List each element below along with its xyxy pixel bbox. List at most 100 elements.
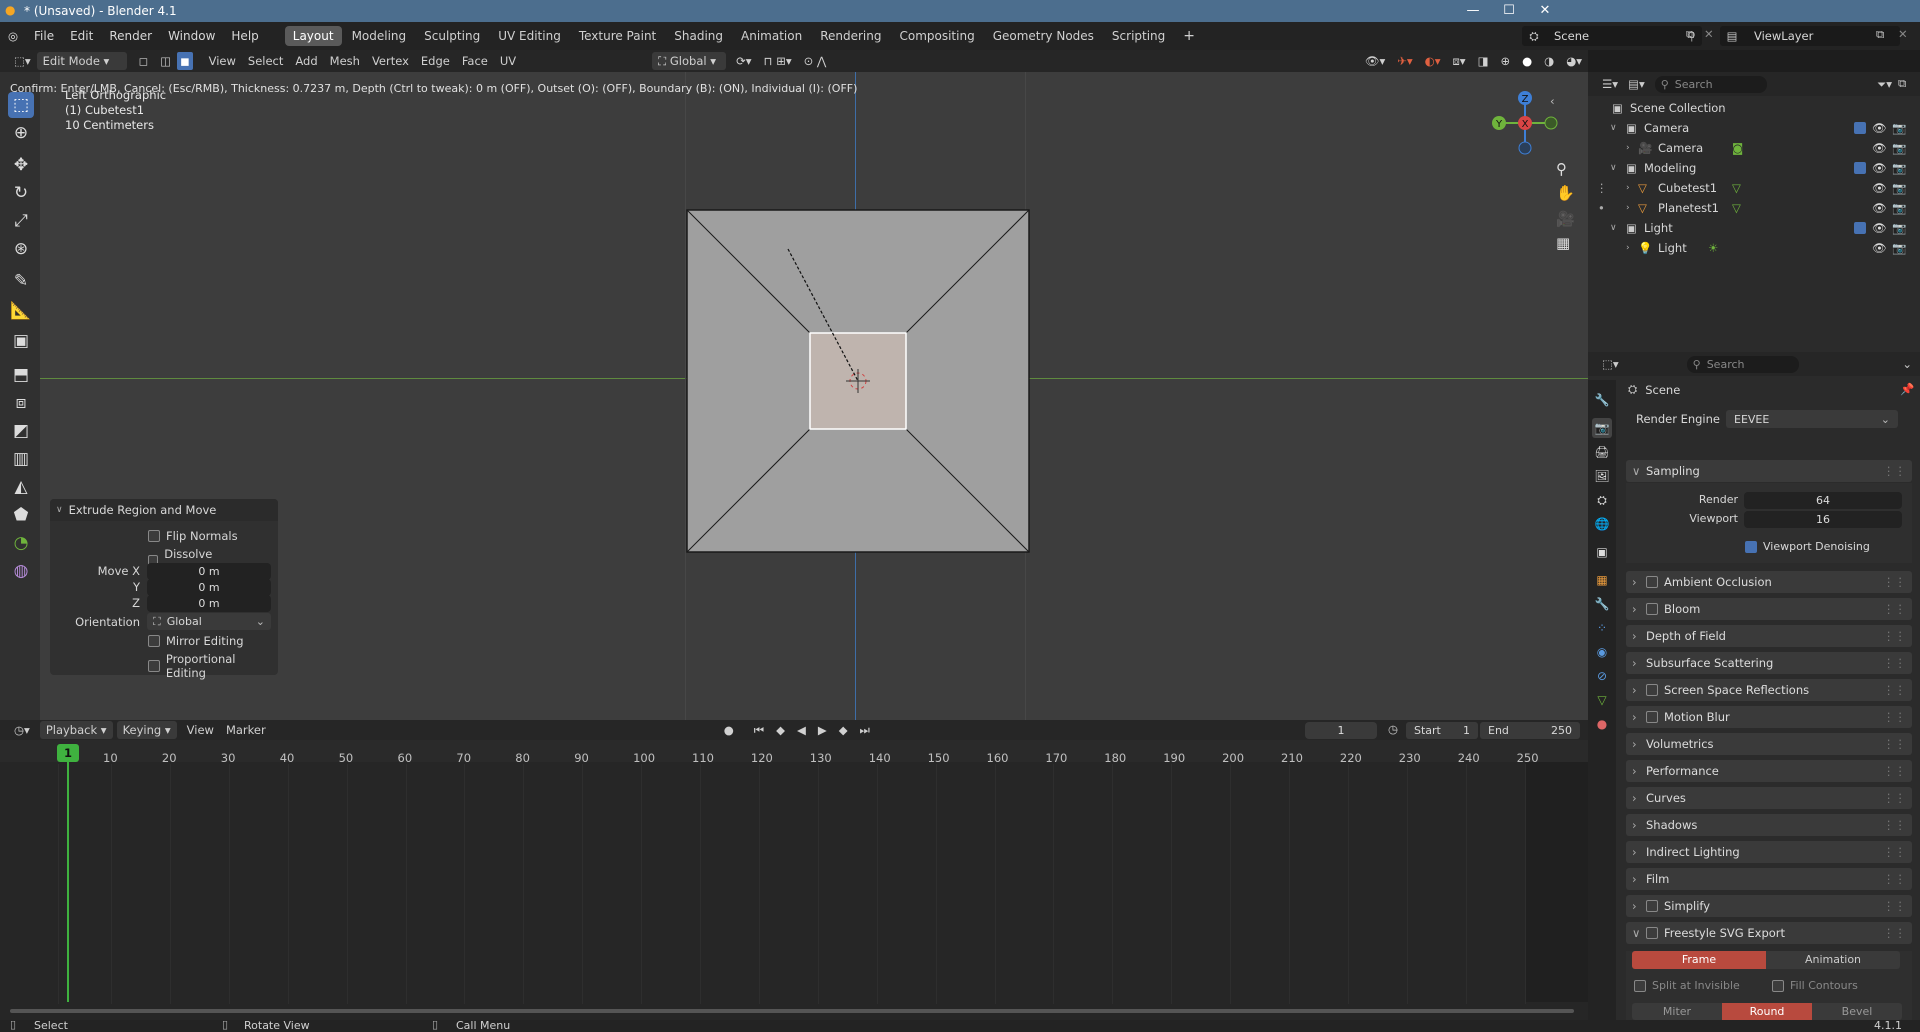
inset-icon[interactable]: ⧈ (8, 390, 34, 416)
orientation-dropdown[interactable]: ⛶ Global ▾ (652, 52, 727, 70)
material-shading-icon[interactable]: ◑ (1538, 52, 1560, 70)
horizontal-scrollbar[interactable] (10, 1009, 1574, 1013)
viewport-denoising-checkbox[interactable]: Viewport Denoising (1745, 540, 1870, 553)
light-data-icon[interactable]: ☀ (1708, 238, 1718, 258)
tab-sculpting[interactable]: Sculpting (416, 26, 488, 46)
outliner-row-camera[interactable]: › 🎥 Camera ◙ 👁 📷 (1588, 138, 1920, 158)
chevron-right-icon[interactable]: › (1626, 238, 1630, 258)
physics-tab-icon[interactable]: ◉ (1592, 642, 1612, 662)
outliner-row-light[interactable]: › 💡 Light ☀ 👁 📷 (1588, 238, 1920, 258)
gizmo-toggle-icon[interactable]: ✈▾ (1391, 52, 1418, 70)
header-menu-face[interactable]: Face (456, 52, 494, 70)
world-tab-icon[interactable]: 🌐 (1592, 514, 1612, 534)
edit-mode-indicator-icon[interactable]: ⋮ (1596, 178, 1608, 198)
chevron-down-icon[interactable]: ∨ (56, 505, 63, 515)
drag-handle-icon[interactable]: ⋮⋮ (1883, 895, 1906, 917)
section-bloom[interactable]: › Bloom ⋮⋮ (1626, 598, 1912, 620)
keying-menu[interactable]: Keying ▾ (116, 721, 177, 739)
camera-view-icon[interactable]: 🎥 (1556, 210, 1575, 228)
operator-panel-header[interactable]: ∨ Extrude Region and Move (50, 499, 278, 521)
mesh-data-icon[interactable]: ▽ (1732, 178, 1741, 198)
marker-menu[interactable]: Marker (220, 721, 272, 739)
playhead-line[interactable] (67, 762, 69, 1002)
zoom-icon[interactable]: ⚲ (1556, 160, 1567, 178)
split-invisible-checkbox[interactable]: Split at Invisible (1634, 979, 1740, 992)
play-icon[interactable]: ▶ (812, 721, 833, 739)
outliner-row-camera-collection[interactable]: ∨ ▣ Camera 👁 📷 (1588, 118, 1920, 138)
checkbox-icon[interactable] (148, 660, 160, 672)
knife-icon[interactable]: ◭ (8, 474, 34, 500)
current-frame-field[interactable]: 1 (1305, 722, 1377, 739)
bevel-icon[interactable]: ◩ (8, 418, 34, 444)
section-indirect-lighting[interactable]: › Indirect Lighting ⋮⋮ (1626, 841, 1912, 863)
display-mode-icon[interactable]: ▤▾ (1628, 77, 1645, 91)
drag-handle-icon[interactable]: ⋮⋮ (1883, 814, 1906, 836)
playhead-frame[interactable]: 1 (57, 744, 79, 762)
round-button[interactable]: Round (1722, 1003, 1812, 1020)
collection-tab-icon[interactable]: ▣ (1592, 542, 1612, 562)
chevron-right-icon[interactable]: › (1626, 178, 1630, 198)
camera-render-icon[interactable]: 📷 (1892, 218, 1906, 238)
drag-handle-icon[interactable]: ⋮⋮ (1883, 841, 1906, 863)
playback-menu[interactable]: Playback ▾ (39, 721, 113, 739)
eye-icon[interactable]: 👁 (1872, 118, 1887, 138)
scene-selector[interactable]: ⛭ Scene ⚲ (1522, 26, 1702, 46)
tab-geometry-nodes[interactable]: Geometry Nodes (985, 26, 1102, 46)
3d-viewport[interactable]: Left Orthographic (1) Cubetest1 10 Centi… (40, 72, 1588, 720)
data-tab-icon[interactable]: ▽ (1592, 690, 1612, 710)
new-view-layer-icon[interactable]: ⧉ (1876, 27, 1884, 42)
move-z-field[interactable]: 0 m (147, 595, 271, 612)
drag-handle-icon[interactable]: ⋮⋮ (1883, 460, 1906, 482)
options-icon[interactable]: ⌄ (1902, 357, 1912, 371)
dot-icon[interactable]: • (1598, 198, 1605, 218)
camera-render-icon[interactable]: 📷 (1892, 178, 1906, 198)
section-subsurface-scattering[interactable]: › Subsurface Scattering ⋮⋮ (1626, 652, 1912, 674)
pin-icon[interactable]: 📌 (1900, 382, 1914, 396)
camera-render-icon[interactable]: 📷 (1892, 198, 1906, 218)
section-depth-of-field[interactable]: › Depth of Field ⋮⋮ (1626, 625, 1912, 647)
solid-shading-icon[interactable]: ● (1516, 52, 1538, 70)
scale-icon[interactable]: ⤢ (8, 208, 34, 234)
mode-dropdown[interactable]: Edit Mode ▾ (36, 52, 127, 70)
tab-layout[interactable]: Layout (284, 26, 342, 46)
outliner-row-light-collection[interactable]: ∨ ▣ Light 👁 📷 (1588, 218, 1920, 238)
jump-start-icon[interactable]: ⏮ (748, 721, 770, 739)
tool-tab-icon[interactable]: 🔧 (1592, 390, 1612, 410)
eye-icon[interactable]: 👁 (1872, 218, 1887, 238)
blender-menu-icon[interactable]: ◎ (0, 29, 26, 43)
viewport-samples-field[interactable]: 16 (1744, 511, 1902, 528)
select-box-icon[interactable]: ⬚ (8, 92, 34, 118)
drag-handle-icon[interactable]: ⋮⋮ (1883, 760, 1906, 782)
drag-handle-icon[interactable]: ⋮⋮ (1883, 733, 1906, 755)
mesh-data-icon[interactable]: ▽ (1732, 198, 1741, 218)
render-tab-icon[interactable]: 📷 (1592, 418, 1612, 438)
outliner-row-cubetest1[interactable]: ⋮ › ▽ Cubetest1 ▽ 👁 📷 (1588, 178, 1920, 198)
modifier-tab-icon[interactable]: 🔧 (1592, 594, 1612, 614)
outliner-editor-icon[interactable]: ☰▾ (1602, 77, 1618, 91)
header-menu-mesh[interactable]: Mesh (324, 52, 366, 70)
proportional-editing-checkbox[interactable]: Proportional Editing (148, 652, 278, 680)
bevel-button[interactable]: Bevel (1812, 1003, 1902, 1020)
checkbox-icon[interactable] (1646, 603, 1658, 615)
move-icon[interactable]: ✥ (8, 152, 34, 178)
drag-handle-icon[interactable]: ⋮⋮ (1883, 598, 1906, 620)
mesh-edit-overlay-icon[interactable]: ⧈▾ (1446, 52, 1471, 70)
scene-tab-icon[interactable]: ⛭ (1592, 490, 1612, 510)
pivot-icon[interactable]: ⟳▾ (730, 52, 757, 70)
loop-cut-icon[interactable]: ▥ (8, 446, 34, 472)
overlay-toggle-icon[interactable]: ◐▾ (1419, 52, 1447, 70)
flip-normals-checkbox[interactable]: Flip Normals (148, 529, 238, 543)
ortho-toggle-icon[interactable]: ▦ (1556, 234, 1570, 252)
section-freestyle-svg-export[interactable]: ∨ Freestyle SVG Export ⋮⋮ (1626, 922, 1912, 944)
section-simplify[interactable]: › Simplify ⋮⋮ (1626, 895, 1912, 917)
checkbox-icon[interactable] (1646, 711, 1658, 723)
tab-compositing[interactable]: Compositing (891, 26, 982, 46)
eye-icon[interactable]: 👁 (1872, 138, 1887, 158)
outliner-row-planetest1[interactable]: • › ▽ Planetest1 ▽ 👁 📷 (1588, 198, 1920, 218)
rotate-icon[interactable]: ↻ (8, 180, 34, 206)
drag-handle-icon[interactable]: ⋮⋮ (1883, 679, 1906, 701)
camera-render-icon[interactable]: 📷 (1892, 118, 1906, 138)
menu-edit[interactable]: Edit (62, 22, 101, 50)
chevron-down-icon[interactable]: ∨ (1610, 218, 1617, 238)
chevron-down-icon[interactable]: ∨ (1610, 158, 1617, 178)
